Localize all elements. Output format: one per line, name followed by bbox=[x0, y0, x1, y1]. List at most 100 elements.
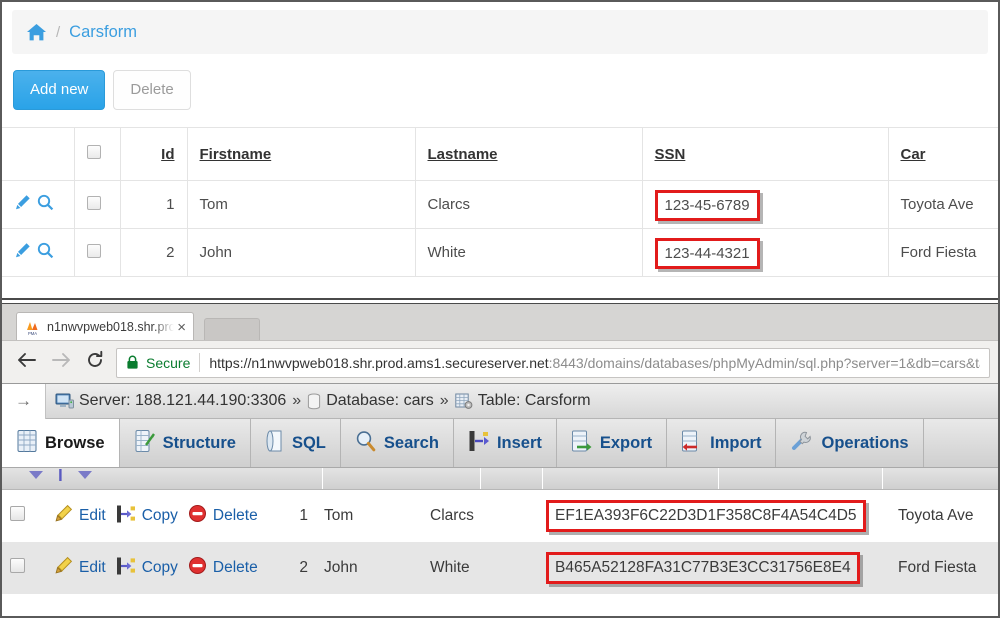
delete-button[interactable]: Delete bbox=[113, 70, 190, 110]
copy-icon[interactable] bbox=[116, 556, 136, 581]
app-th-firstname[interactable]: Firstname bbox=[187, 128, 415, 181]
edit-pencil-icon[interactable] bbox=[54, 504, 73, 528]
app-th-car[interactable]: Car bbox=[888, 128, 998, 181]
home-icon[interactable] bbox=[26, 23, 47, 42]
action-button-row: Add new Delete bbox=[13, 70, 998, 110]
sort-desc-icon[interactable] bbox=[28, 468, 44, 486]
browser-tab[interactable]: PMA n1nwvpweb018.shr.prod. × bbox=[16, 312, 194, 341]
edit-link[interactable]: Edit bbox=[79, 507, 106, 525]
pma-breadcrumb-database[interactable]: Database: cars bbox=[307, 392, 434, 410]
row-checkbox[interactable] bbox=[10, 558, 25, 573]
pma-sort-controls bbox=[2, 466, 122, 488]
tab-import[interactable]: Import bbox=[667, 419, 776, 467]
app-row-checkbox-cell bbox=[74, 181, 120, 229]
app-th-ssn[interactable]: SSN bbox=[642, 128, 888, 181]
phpmyadmin-favicon: PMA bbox=[24, 319, 41, 336]
app-row-actions bbox=[2, 229, 74, 277]
sort-bar-icon[interactable] bbox=[58, 468, 63, 486]
pma-table-header-stub bbox=[2, 468, 998, 490]
row-checkbox[interactable] bbox=[10, 506, 25, 521]
pma-breadcrumb-chevron: » bbox=[292, 392, 301, 410]
export-icon bbox=[571, 429, 593, 458]
delete-link[interactable]: Delete bbox=[213, 559, 258, 577]
app-row-checkbox-cell bbox=[74, 229, 120, 277]
select-all-checkbox[interactable] bbox=[87, 145, 101, 159]
pencil-icon[interactable] bbox=[14, 242, 31, 263]
copy-icon[interactable] bbox=[116, 504, 136, 529]
magnifier-icon[interactable] bbox=[37, 242, 54, 263]
edit-link[interactable]: Edit bbox=[79, 559, 106, 577]
row-checkbox[interactable] bbox=[87, 244, 101, 258]
sidebar-toggle-arrow-icon[interactable]: → bbox=[2, 384, 46, 419]
app-th-lastname[interactable]: Lastname bbox=[415, 128, 642, 181]
row-checkbox[interactable] bbox=[87, 196, 101, 210]
pma-row-actions: Edit Copy Delete bbox=[46, 542, 278, 594]
app-th-id[interactable]: Id bbox=[120, 128, 187, 181]
add-new-button[interactable]: Add new bbox=[13, 70, 105, 110]
pma-cell-firstname: Tom bbox=[316, 490, 422, 542]
reload-icon[interactable] bbox=[78, 350, 112, 375]
pma-tab-bar: Browse Structure SQL Search bbox=[2, 419, 998, 468]
tab-browse[interactable]: Browse bbox=[2, 419, 120, 467]
url-path: :8443/domains/databases/phpMyAdmin/sql.p… bbox=[549, 355, 980, 371]
ssn-hash-highlight: B465A52128FA31C77B3E3CC31756E8E4 bbox=[546, 552, 860, 584]
pma-cell-lastname: White bbox=[422, 542, 538, 594]
delete-link[interactable]: Delete bbox=[213, 507, 258, 525]
tab-sql[interactable]: SQL bbox=[251, 419, 341, 467]
screenshot-root: / Carsform Add new Delete Id Firstname L… bbox=[0, 0, 1000, 618]
table-row: 2 John White 123-44-4321 Ford Fiesta bbox=[2, 229, 998, 277]
browser-chrome: PMA n1nwvpweb018.shr.prod. × bbox=[2, 303, 998, 383]
back-icon[interactable] bbox=[10, 350, 44, 375]
operations-icon bbox=[790, 429, 814, 458]
browser-tabstrip: PMA n1nwvpweb018.shr.prod. × bbox=[2, 304, 998, 340]
pencil-icon[interactable] bbox=[14, 194, 31, 215]
table-icon bbox=[455, 393, 473, 410]
address-bar[interactable]: Secure https://n1nwvpweb018.shr.prod.ams… bbox=[116, 348, 990, 378]
copy-link[interactable]: Copy bbox=[142, 559, 178, 577]
pma-breadcrumb-server[interactable]: Server: 188.121.44.190:3306 bbox=[55, 392, 286, 410]
breadcrumb-current[interactable]: Carsform bbox=[69, 23, 137, 42]
magnifier-icon[interactable] bbox=[37, 194, 54, 215]
delete-icon[interactable] bbox=[188, 504, 207, 528]
pma-breadcrumb-table[interactable]: Table: Carsform bbox=[455, 392, 591, 410]
edit-pencil-icon[interactable] bbox=[54, 556, 73, 580]
pma-row-checkbox-cell bbox=[2, 490, 46, 542]
tab-insert[interactable]: Insert bbox=[454, 419, 557, 467]
copy-link[interactable]: Copy bbox=[142, 507, 178, 525]
app-row-actions bbox=[2, 181, 74, 229]
lock-icon bbox=[126, 355, 139, 370]
pma-table-label: Table: Carsform bbox=[478, 392, 591, 410]
forward-icon bbox=[44, 350, 78, 375]
server-icon bbox=[55, 393, 74, 410]
pma-row-checkbox-cell bbox=[2, 542, 46, 594]
sort-desc-icon[interactable] bbox=[77, 468, 93, 486]
delete-icon[interactable] bbox=[188, 556, 207, 580]
app-cell-lastname: Clarcs bbox=[415, 181, 642, 229]
app-cell-car: Toyota Ave bbox=[888, 181, 998, 229]
pma-cell-car: Ford Fiesta bbox=[890, 542, 998, 594]
pma-row-actions: Edit Copy Delete bbox=[46, 490, 278, 542]
omnibox-separator bbox=[199, 353, 200, 372]
app-th-select bbox=[74, 128, 120, 181]
tab-label: SQL bbox=[292, 434, 326, 453]
tab-operations[interactable]: Operations bbox=[776, 419, 923, 467]
app-cell-car: Ford Fiesta bbox=[888, 229, 998, 277]
tab-search[interactable]: Search bbox=[341, 419, 454, 467]
browse-icon bbox=[16, 429, 38, 458]
tab-label: Operations bbox=[821, 434, 908, 453]
tab-structure[interactable]: Structure bbox=[120, 419, 251, 467]
sql-icon bbox=[265, 429, 285, 458]
close-icon[interactable]: × bbox=[177, 319, 186, 336]
import-icon bbox=[681, 429, 703, 458]
app-cell-lastname: White bbox=[415, 229, 642, 277]
pma-cell-id: 2 bbox=[278, 542, 316, 594]
tab-label: Import bbox=[710, 434, 761, 453]
tab-export[interactable]: Export bbox=[557, 419, 667, 467]
app-cell-id: 1 bbox=[120, 181, 187, 229]
tab-label: Search bbox=[384, 434, 439, 453]
browser-tab-inactive[interactable] bbox=[204, 318, 260, 341]
tab-label: Insert bbox=[497, 434, 542, 453]
breadcrumb: / Carsform bbox=[12, 10, 988, 54]
tab-label: Browse bbox=[45, 434, 105, 453]
pma-cell-ssn: EF1EA393F6C22D3D1F358C8F4A54C4D5 bbox=[538, 490, 890, 542]
